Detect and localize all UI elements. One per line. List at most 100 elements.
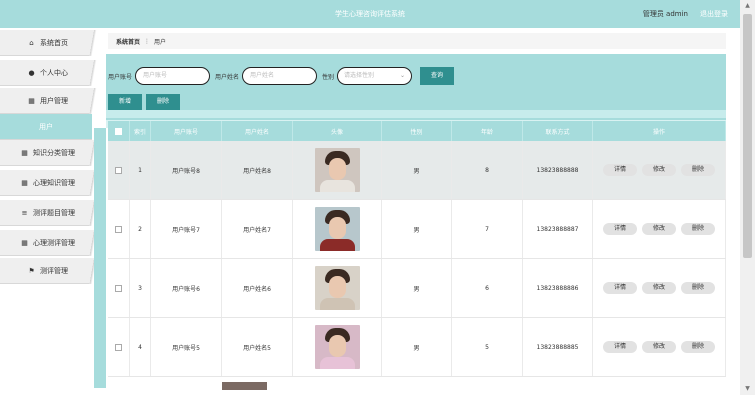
sidebar-item-label: 用户: [39, 122, 53, 131]
cell-account: 用户账号6: [151, 259, 222, 317]
top-header: 学生心理咨询评估系统 管理员 admin 退出登录: [0, 0, 740, 28]
header-sex: 性别: [382, 121, 452, 141]
scroll-down-icon[interactable]: ▼: [740, 383, 755, 395]
action-row: 新增 删除: [108, 94, 184, 110]
scroll-thumb[interactable]: [743, 14, 752, 258]
admin-label: 管理员 admin: [642, 10, 688, 18]
decor-bar: [94, 128, 106, 388]
cell-index: 4: [130, 318, 151, 376]
row-check-cell: [108, 259, 130, 317]
cell-index: 3: [130, 259, 151, 317]
cell-avatar: [293, 141, 382, 199]
edit-button[interactable]: 修改: [642, 164, 676, 176]
bulk-delete-button[interactable]: 删除: [146, 94, 180, 110]
name-input[interactable]: 用户姓名: [242, 67, 318, 85]
sidebar-item-label: 个人中心: [40, 68, 68, 77]
cell-ops: 详情 修改 删除: [593, 259, 726, 317]
sidebar-item-4[interactable]: ▦ 知识分类管理: [0, 140, 97, 166]
sidebar-item-label: 测评管理: [40, 266, 68, 275]
cell-name: 用户姓名8: [222, 141, 293, 199]
row-checkbox[interactable]: [115, 284, 122, 292]
row-checkbox[interactable]: [115, 225, 122, 233]
cell-ops: 详情 修改 删除: [593, 200, 726, 258]
table-body: 1 用户账号8 用户姓名8 男 8 13823888888 详情 修改 删除 2…: [108, 141, 726, 377]
sidebar-item-label: 心理知识管理: [33, 178, 75, 187]
cell-phone: 13823888885: [523, 318, 593, 376]
sidebar-item-2[interactable]: ▦ 用户管理: [0, 88, 97, 114]
detail-button[interactable]: 详情: [603, 223, 637, 235]
table-row: 1 用户账号8 用户姓名8 男 8 13823888888 详情 修改 删除: [108, 141, 726, 200]
panel-stripe: [106, 110, 726, 118]
header-age: 年龄: [452, 121, 523, 141]
edit-button[interactable]: 修改: [642, 282, 676, 294]
list-icon: ≡: [21, 208, 28, 217]
breadcrumb: 系统首页 ⋮ 用户: [108, 33, 726, 49]
delete-button[interactable]: 删除: [681, 341, 715, 353]
delete-button[interactable]: 删除: [681, 282, 715, 294]
cell-avatar: [293, 318, 382, 376]
row-check-cell: [108, 141, 130, 199]
header-avatar: 头像: [293, 121, 382, 141]
cell-account: 用户账号8: [151, 141, 222, 199]
cell-sex: 男: [382, 200, 452, 258]
delete-button[interactable]: 删除: [681, 223, 715, 235]
account-label: 用户账号: [108, 73, 133, 81]
menu-tab-edge: [89, 60, 97, 86]
sidebar-item-8[interactable]: ⚑ 测评管理: [0, 258, 97, 284]
avatar-body: [319, 357, 355, 369]
edit-button[interactable]: 修改: [642, 341, 676, 353]
header-account: 用户账号: [151, 121, 222, 141]
detail-button[interactable]: 详情: [603, 282, 637, 294]
cell-name: 用户姓名6: [222, 259, 293, 317]
row-check-cell: [108, 200, 130, 258]
sidebar-item-3[interactable]: 用户: [0, 114, 92, 140]
cell-sex: 男: [382, 141, 452, 199]
user-table: 索引 用户账号 用户姓名 头像 性别 年龄 联系方式 操作 1 用户账号8 用户…: [108, 121, 726, 377]
cell-age: 7: [452, 200, 523, 258]
grid-icon: ▦: [21, 178, 28, 187]
main-content: 系统首页 ⋮ 用户 用户账号 用户账号 用户姓名 用户姓名 性别 请选择性别 ⌄…: [94, 28, 736, 395]
sidebar-item-label: 用户管理: [40, 96, 68, 105]
detail-button[interactable]: 详情: [603, 341, 637, 353]
grid-icon: ▦: [21, 238, 28, 247]
edit-button[interactable]: 修改: [642, 223, 676, 235]
sex-select[interactable]: 请选择性别 ⌄: [337, 67, 413, 85]
sidebar-item-label: 知识分类管理: [33, 148, 75, 157]
home-icon: ⌂: [29, 38, 34, 47]
avatar: [314, 148, 360, 192]
sidebar-item-0[interactable]: ⌂ 系统首页: [0, 30, 97, 56]
sidebar-item-7[interactable]: ▦ 心理测评管理: [0, 230, 97, 256]
row-checkbox[interactable]: [115, 166, 122, 174]
add-button[interactable]: 新增: [108, 94, 142, 110]
row-check-cell: [108, 318, 130, 376]
breadcrumb-home[interactable]: 系统首页: [116, 37, 140, 46]
cell-age: 6: [452, 259, 523, 317]
avatar-face: [328, 276, 346, 298]
query-button[interactable]: 查询: [420, 67, 455, 85]
avatar-body: [319, 298, 355, 310]
sidebar-item-5[interactable]: ▦ 心理知识管理: [0, 170, 97, 196]
scroll-up-icon[interactable]: ▲: [740, 0, 755, 12]
delete-button[interactable]: 删除: [681, 164, 715, 176]
search-row: 用户账号 用户账号 用户姓名 用户姓名 性别 请选择性别 ⌄ 查询: [108, 66, 455, 86]
cell-sex: 男: [382, 259, 452, 317]
select-all-cell: [108, 121, 130, 141]
select-all-checkbox[interactable]: [115, 127, 122, 135]
avatar-peek: [222, 382, 267, 390]
logout-link[interactable]: 退出登录: [700, 9, 728, 19]
sidebar-item-1[interactable]: ● 个人中心: [0, 60, 97, 86]
avatar-face: [328, 158, 346, 180]
breadcrumb-separator: ⋮: [144, 37, 151, 45]
row-checkbox[interactable]: [115, 343, 122, 351]
vertical-scrollbar[interactable]: ▲ ▼: [740, 0, 755, 395]
app-title: 学生心理咨询评估系统: [335, 10, 405, 18]
sex-select-placeholder: 请选择性别: [344, 72, 375, 79]
sidebar-item-6[interactable]: ≡ 测评题目管理: [0, 200, 97, 226]
cell-avatar: [293, 259, 382, 317]
cell-sex: 男: [382, 318, 452, 376]
account-input[interactable]: 用户账号: [135, 67, 211, 85]
cell-phone: 13823888888: [523, 141, 593, 199]
cell-phone: 13823888887: [523, 200, 593, 258]
cell-age: 5: [452, 318, 523, 376]
detail-button[interactable]: 详情: [603, 164, 637, 176]
